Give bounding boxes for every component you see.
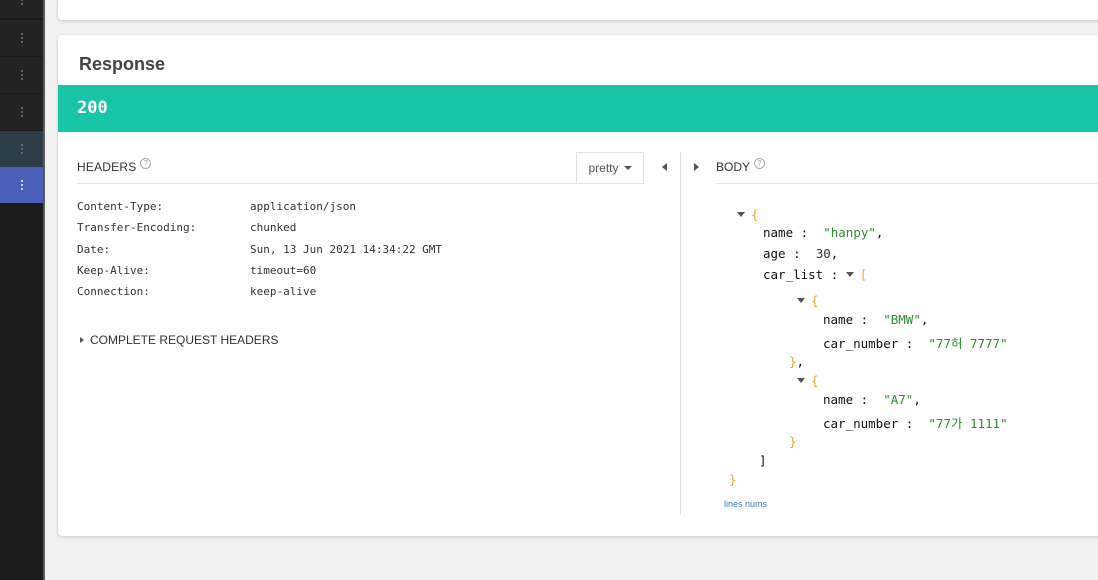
json-line: {: [797, 293, 819, 308]
json-line: ]: [759, 453, 767, 468]
sidebar-item-menu[interactable]: [0, 0, 43, 18]
request-card: [58, 0, 1098, 20]
json-bracket: ]: [759, 453, 767, 468]
json-value: 30: [815, 246, 831, 261]
json-line: },: [789, 354, 805, 369]
json-brace: {: [811, 293, 819, 308]
json-value: "hanpy": [823, 225, 876, 240]
json-line: car_number : "77허 7777": [823, 336, 1008, 351]
json-line: name : "hanpy",: [763, 225, 884, 240]
kebab-icon: [20, 144, 23, 154]
kebab-icon: [20, 180, 23, 190]
sidebar-item-active[interactable]: [0, 167, 43, 203]
json-line: car_list : [: [763, 267, 868, 282]
json-key: car_number: [823, 336, 899, 351]
json-key: name: [763, 225, 794, 240]
sidebar-edge: [43, 0, 45, 580]
json-bracket: [: [859, 267, 868, 282]
collapse-toggle-icon[interactable]: [797, 298, 805, 303]
json-line: name : "BMW",: [823, 312, 929, 327]
kebab-icon: [20, 107, 23, 117]
json-value: "BMW": [883, 312, 921, 327]
json-key: name: [823, 312, 854, 327]
json-key: age: [763, 246, 786, 261]
json-value: "77허 7777": [928, 336, 1008, 351]
json-line: }: [729, 472, 737, 487]
json-value: "77가 1111": [928, 416, 1008, 431]
json-line: {: [737, 207, 759, 222]
lines-nums-link[interactable]: lines nums: [724, 499, 767, 509]
collapse-toggle-icon[interactable]: [797, 378, 805, 383]
kebab-icon: [20, 0, 23, 5]
sidebar-item-menu[interactable]: [0, 57, 43, 93]
json-key: name: [823, 392, 854, 407]
sidebar-item-menu[interactable]: [0, 131, 43, 167]
json-line: age : 30,: [763, 246, 839, 261]
json-brace: }: [729, 472, 737, 487]
json-brace: }: [789, 354, 797, 369]
sidebar-item-menu[interactable]: [0, 94, 43, 130]
json-key: car_number: [823, 416, 899, 431]
collapse-toggle-icon[interactable]: [737, 212, 745, 217]
json-brace: {: [811, 373, 819, 388]
json-viewer: { name : "hanpy", age : 30, car_list : […: [58, 35, 1098, 536]
json-brace: {: [751, 207, 759, 222]
kebab-icon: [20, 33, 23, 43]
sidebar: [0, 0, 45, 580]
json-key: car_list: [763, 267, 824, 282]
json-line: {: [797, 373, 819, 388]
json-value: "A7": [883, 392, 914, 407]
collapse-toggle-icon[interactable]: [845, 272, 854, 277]
json-line: name : "A7",: [823, 392, 921, 407]
json-brace: }: [789, 434, 797, 449]
response-card: Response 200 HEADERS? pretty Content-Typ…: [58, 35, 1098, 536]
json-line: }: [789, 434, 797, 449]
kebab-icon: [20, 70, 23, 80]
sidebar-item-menu[interactable]: [0, 20, 43, 56]
json-line: car_number : "77가 1111": [823, 416, 1008, 431]
